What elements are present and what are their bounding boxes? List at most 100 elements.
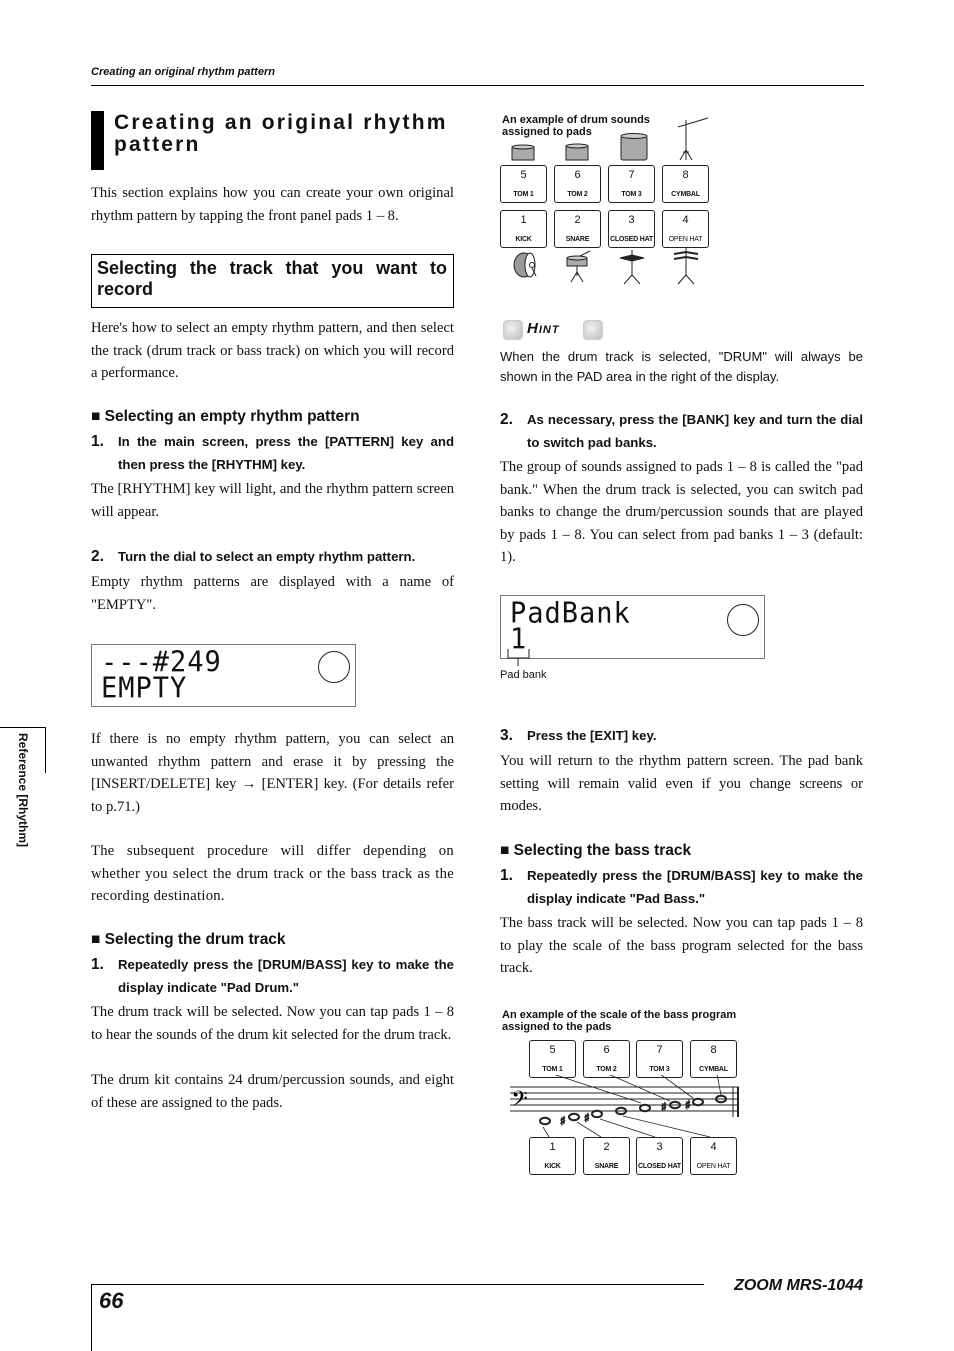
step-text: Repeatedly press the [DRUM/BASS] key to …	[118, 957, 454, 995]
step-text: Turn the dial to select an empty rhythm …	[118, 549, 416, 564]
hint-right-icon	[583, 320, 603, 340]
bass-body: The bass track will be selected. Now you…	[500, 915, 863, 977]
pad-number: 5	[520, 169, 527, 181]
pad-7: 7 TOM 3	[636, 1040, 683, 1078]
svg-text:♯: ♯	[685, 1098, 691, 1112]
lcd-circle-indicator	[318, 651, 350, 683]
pad-3: 3 CLOSED HAT	[608, 210, 655, 248]
pad-5: 5 TOM 1	[529, 1040, 576, 1078]
pad-2: 2 SNARE	[554, 210, 601, 248]
step-1-drum: 1. Repeatedly press the [DRUM/BASS] key …	[91, 954, 454, 999]
pad-number: 8	[710, 1044, 717, 1056]
subsection-title: Selecting the track that you want to rec…	[97, 258, 447, 299]
step-text: As necessary, press the [BANK] key and t…	[527, 412, 863, 450]
tom-1-icon	[511, 144, 535, 161]
step-text: Press the [EXIT] key.	[527, 728, 657, 743]
pad-label: OPEN HAT	[668, 236, 703, 243]
step-number: 1.	[91, 956, 104, 973]
svg-text:♯: ♯	[560, 1114, 566, 1128]
pad-label: KICK	[515, 236, 532, 243]
pad-label: TOM 3	[621, 191, 642, 198]
lcd-display-empty: ---#249 EMPTY	[91, 644, 356, 707]
heading-bass-track: ■ Selecting the bass track	[500, 842, 692, 859]
step-2-dial: 2. Turn the dial to select an empty rhyt…	[91, 546, 454, 569]
pad-label: SNARE	[594, 1163, 619, 1170]
side-tab-border	[45, 727, 46, 773]
page-title: Creating an original rhythm pattern	[114, 111, 448, 156]
intro-paragraph: This section explains how you can create…	[91, 185, 454, 224]
pad-label: CYMBAL	[699, 1066, 728, 1073]
step-3-body: You will return to the rhythm pattern sc…	[500, 753, 863, 815]
side-tab-label: Reference [Rhythm]	[16, 733, 30, 848]
lcd-circle-indicator	[727, 604, 759, 636]
note-leader-lines	[542, 1075, 722, 1138]
drum-body-2: The drum kit contains 24 drum/percussion…	[91, 1072, 454, 1111]
pad-number: 2	[574, 214, 581, 226]
footer-rule-vertical	[91, 1284, 92, 1351]
pad-bank-callout-label: Pad bank	[500, 669, 547, 681]
lcd-line-2: EMPTY	[101, 672, 188, 705]
hint-left-icon	[503, 320, 523, 340]
pad-label: CYMBAL	[671, 191, 700, 198]
step-number: 1.	[91, 433, 104, 450]
pad-number: 4	[682, 214, 689, 226]
lcd-line-1: PadBank	[510, 597, 631, 630]
drum-body-1: The drum track will be selected. Now you…	[91, 1004, 454, 1043]
pad-label: OPEN HAT	[696, 1163, 731, 1170]
step-2-body: Empty rhythm patterns are displayed with…	[91, 574, 454, 613]
bass-staff-notation: 𝄢 ♯ ♯ ♯ ♯	[510, 1075, 739, 1138]
step-number: 2.	[500, 411, 513, 428]
pad-bank-callout-bracket	[507, 649, 530, 666]
header-rule	[91, 85, 864, 86]
pad-number: 5	[549, 1044, 556, 1056]
svg-text:♯: ♯	[584, 1111, 590, 1125]
product-name: ZOOM MRS-1044	[734, 1277, 863, 1294]
pad-bank-description: The group of sounds assigned to pads 1 –…	[500, 459, 863, 566]
note-erase-pattern: If there is no empty rhythm pattern, you…	[91, 731, 454, 815]
page-number: 66	[99, 1288, 124, 1313]
heading-drum-track: ■ Selecting the drum track	[91, 931, 286, 948]
pad-label: TOM 2	[596, 1066, 617, 1073]
pad-1: 1 KICK	[500, 210, 547, 248]
hint-text: When the drum track is selected, "DRUM" …	[500, 349, 863, 384]
closed-hat-icon	[619, 250, 645, 285]
step-number: 1.	[500, 867, 513, 884]
lcd-display-padbank: PadBank 1	[500, 595, 765, 659]
step-2-bank: 2. As necessary, press the [BANK] key an…	[500, 409, 863, 454]
step-3-exit: 3. Press the [EXIT] key.	[500, 725, 863, 748]
step-1-bass: 1. Repeatedly press the [DRUM/BASS] key …	[500, 865, 863, 910]
step-text: Repeatedly press the [DRUM/BASS] key to …	[527, 868, 863, 906]
step-1-body: The [RHYTHM] key will light, and the rhy…	[91, 481, 454, 520]
tom-3-icon	[620, 133, 648, 161]
tom-2-icon	[565, 143, 589, 161]
title-bar-decoration	[91, 111, 104, 170]
footer-rule	[91, 1284, 704, 1285]
step-number: 3.	[500, 727, 513, 744]
pad-label: CLOSED HAT	[638, 1163, 681, 1170]
step-1-pattern: 1. In the main screen, press the [PATTER…	[91, 431, 454, 476]
pad-6: 6 TOM 2	[583, 1040, 630, 1078]
pad-number: 7	[656, 1044, 663, 1056]
pad-number: 8	[682, 169, 689, 181]
note-procedure: The subsequent procedure will differ dep…	[91, 843, 454, 905]
bass-clef-icon: 𝄢	[511, 1087, 528, 1117]
pad-label: TOM 3	[649, 1066, 670, 1073]
hint-label: Hint	[527, 320, 560, 337]
pad-8: 8 CYMBAL	[662, 165, 709, 203]
step-number: 2.	[91, 548, 104, 565]
pad-number: 7	[628, 169, 635, 181]
pad-label: CLOSED HAT	[610, 236, 653, 243]
pad-label: TOM 1	[542, 1066, 563, 1073]
cymbal-icon	[677, 117, 709, 161]
pad-4: 4 OPEN HAT	[662, 210, 709, 248]
pad-number: 1	[520, 214, 527, 226]
pad-label: TOM 1	[513, 191, 534, 198]
pad-number: 6	[603, 1044, 610, 1056]
pad-label: KICK	[544, 1163, 561, 1170]
pad-number: 6	[574, 169, 581, 181]
pad-label: TOM 2	[567, 191, 588, 198]
running-head: Creating an original rhythm pattern	[91, 66, 275, 78]
svg-text:♯: ♯	[661, 1100, 667, 1114]
pad-label: SNARE	[565, 236, 590, 243]
kick-drum-icon	[513, 252, 537, 278]
